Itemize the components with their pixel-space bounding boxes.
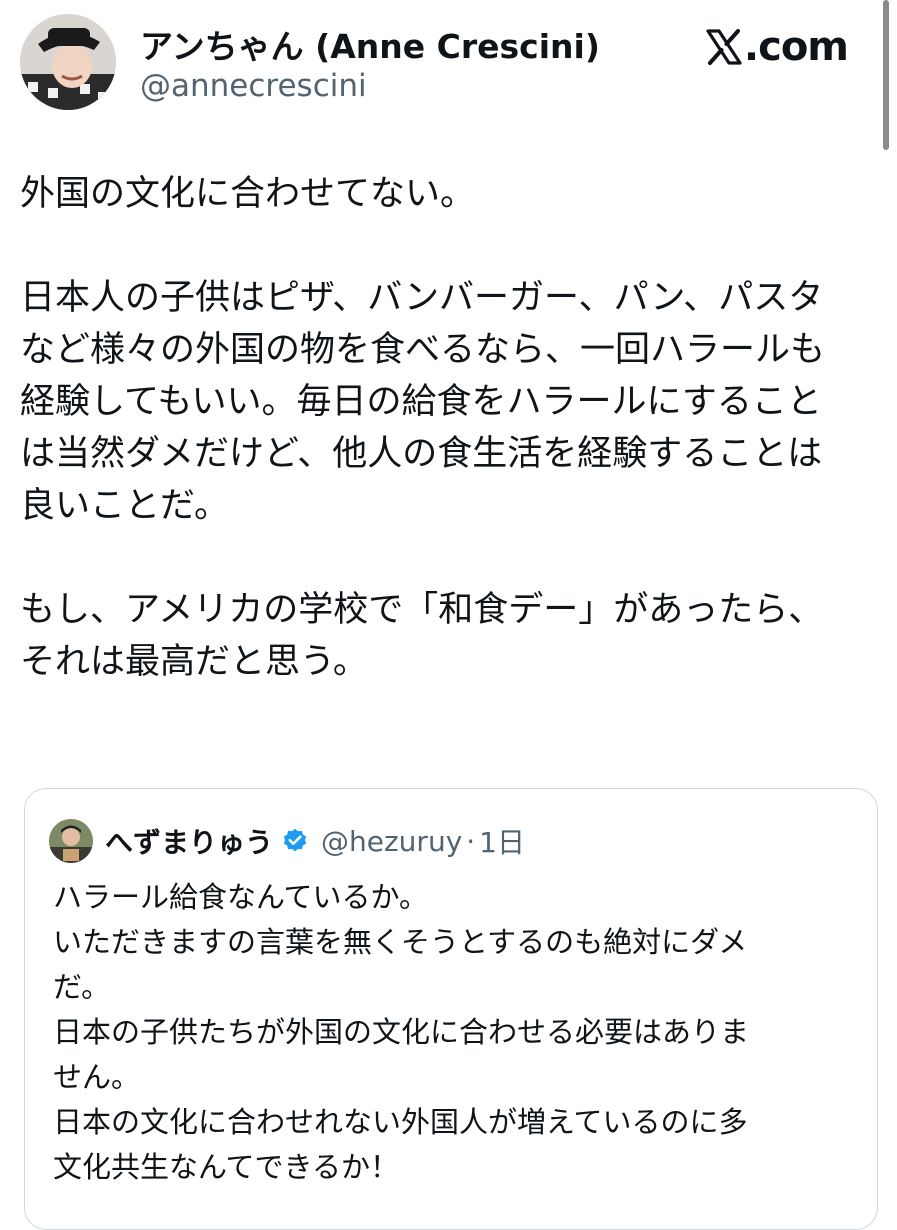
quoted-author-name[interactable]: へずまりゅう — [105, 821, 273, 861]
author-avatar[interactable] — [20, 14, 116, 110]
post-line: 良いことだ。 — [20, 486, 229, 526]
quote-line: 日本の文化に合わせれない外国人が増えているのに多 — [53, 1105, 748, 1139]
quote-line: ハラール給食なんているか。 — [53, 880, 428, 914]
post-text: 外国の文化に合わせてない。 日本人の子供はピザ、バンバーガー、パン、パスタ など… — [20, 168, 870, 688]
author-handle[interactable]: @annecrescini — [140, 68, 367, 104]
post-blank-line — [20, 532, 870, 584]
quote-line: 文化共生なんてできるか！ — [53, 1150, 399, 1184]
post-header: アンちゃん (Anne Crescini) @annecrescini .com — [20, 14, 880, 114]
verified-badge-icon — [281, 827, 309, 855]
post-line: それは最高だと思う。 — [20, 642, 368, 682]
avatar-image — [20, 14, 116, 110]
quoted-post-time[interactable]: 1日 — [479, 821, 525, 861]
quote-line: 日本の子供たちが外国の文化に合わせる必要はありま — [53, 1015, 750, 1049]
meta-separator: · — [466, 824, 476, 858]
quoted-author-avatar[interactable] — [49, 819, 93, 863]
post-line: 日本人の子供はピザ、バンバーガー、パン、パスタ — [20, 278, 824, 318]
x-logo-icon — [704, 27, 744, 67]
quoted-post-header: へずまりゅう @hezuruy · 1日 — [49, 819, 525, 863]
post-line: もし、アメリカの学校で「和食デー」があったら、 — [20, 590, 824, 630]
scrollbar-thumb[interactable] — [883, 0, 889, 150]
quote-line: だ。 — [53, 970, 111, 1004]
quote-line: せん。 — [53, 1060, 141, 1094]
quoted-post-text: ハラール給食なんているか。 いただきますの言葉を無くそうとするのも絶対にダメ だ… — [53, 875, 853, 1190]
quoted-author-handle[interactable]: @hezuruy — [321, 825, 462, 858]
author-name[interactable]: アンちゃん (Anne Crescini) — [140, 20, 600, 68]
post-line: 外国の文化に合わせてない。 — [20, 174, 476, 214]
quote-line: いただきますの言葉を無くそうとするのも絶対にダメ — [53, 925, 748, 959]
quoted-avatar-image — [49, 819, 93, 863]
post-line: など様々の外国の物を食べるなら、一回ハラールも — [20, 330, 826, 370]
brand-watermark: .com — [704, 24, 849, 70]
post-line: は当然ダメだけど、他人の食生活を経験することは — [20, 434, 823, 474]
post-line: 経験してもいい。毎日の給食をハラールにすること — [20, 382, 822, 422]
scrollbar[interactable] — [883, 0, 891, 150]
brand-domain-text: .com — [743, 24, 849, 70]
quoted-post-card[interactable]: へずまりゅう @hezuruy · 1日 ハラール給食なんているか。 いただきま… — [24, 788, 878, 1230]
post-blank-line — [20, 220, 870, 272]
